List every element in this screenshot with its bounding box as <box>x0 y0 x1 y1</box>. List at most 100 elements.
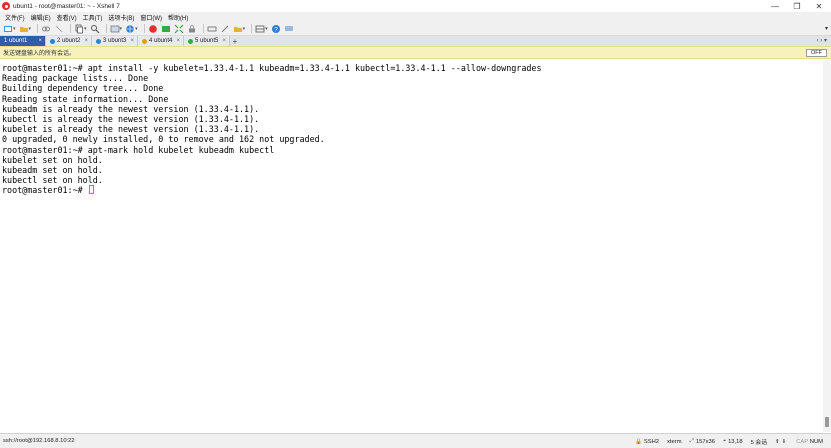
menu-edit[interactable]: 编辑(E) <box>31 13 51 22</box>
menu-view[interactable]: 查看(V) <box>57 13 77 22</box>
status-protocol: 🔒 SSH2 <box>635 439 659 445</box>
terminal-line: root@master01:~# apt-mark hold kubelet k… <box>2 144 275 155</box>
menu-tab[interactable]: 选项卡(B) <box>108 13 134 22</box>
terminal-line: 0 upgraded, 0 newly installed, 0 to remo… <box>2 134 325 145</box>
minimize-button[interactable]: — <box>764 0 786 12</box>
close-button[interactable]: ✕ <box>808 0 830 12</box>
tab-ubunt4[interactable]: 4 ubunt4 × <box>138 36 184 46</box>
session-status-icon <box>96 38 101 44</box>
folder-icon[interactable] <box>233 24 243 34</box>
terminal-line: kubectl set on hold. <box>2 175 103 186</box>
layout-dropdown-icon[interactable]: ▾ <box>265 26 268 32</box>
script-icon[interactable] <box>220 24 230 34</box>
size-text: 157x36 <box>695 438 715 445</box>
terminal-scrollbar[interactable] <box>823 60 831 432</box>
open-folder-icon[interactable] <box>19 24 29 34</box>
layout-icon[interactable] <box>255 24 265 34</box>
terminal-prompt-line: root@master01:~# <box>2 185 823 195</box>
position-text: 13,18 <box>728 438 743 445</box>
toolbar-divider <box>202 24 204 33</box>
xshell-app-icon <box>2 2 10 10</box>
toolbar-divider <box>143 24 145 33</box>
protocol-text: SSH2 <box>643 438 660 445</box>
toolbar: ▾ ▾ ▾ ▾ ▾ ▾ ▾ ? ▾ <box>0 22 831 36</box>
new-session-dropdown-icon[interactable]: ▾ <box>13 26 16 32</box>
scrollbar-thumb[interactable] <box>825 417 829 427</box>
find-icon[interactable] <box>90 24 100 34</box>
toolbar-divider <box>37 24 39 33</box>
secure-lock-icon: 🔒 <box>635 438 642 445</box>
globe-icon[interactable] <box>125 24 135 34</box>
tab-ubunt5[interactable]: 5 ubunt5 × <box>184 36 230 46</box>
maximize-button[interactable]: ❐ <box>786 0 808 12</box>
toolbar-divider <box>105 24 107 33</box>
menu-window[interactable]: 窗口(W) <box>140 13 162 22</box>
terminal-line: root@master01:~# apt install -y kubelet=… <box>2 63 542 73</box>
compose-off-button[interactable]: OFF <box>806 49 827 57</box>
keyboard-icon[interactable] <box>207 24 217 34</box>
terminal-line: kubectl is already the newest version (1… <box>2 113 260 124</box>
terminal-line: Building dependency tree... Done <box>2 83 164 94</box>
tab-label: 2 ubunt2 <box>57 38 81 44</box>
compose-input[interactable]: 发送键盘输入的所有会话。 <box>3 48 75 57</box>
menu-bar: 文件(F) 编辑(E) 查看(V) 工具(T) 选项卡(B) 窗口(W) 帮助(… <box>0 12 831 22</box>
properties-dropdown-icon[interactable]: ▾ <box>120 26 123 32</box>
num-text: NUM <box>809 438 823 445</box>
tab-close-icon[interactable]: × <box>130 38 134 44</box>
toolbar-divider <box>251 24 253 33</box>
copy-icon[interactable] <box>74 24 84 34</box>
tab-ubunt3[interactable]: 3 ubunt3 × <box>92 36 138 46</box>
tab-ubunt2[interactable]: 2 ubunt2 × <box>46 36 92 46</box>
status-caps: CAP NUM <box>796 439 823 445</box>
status-indicators: 🔒 SSH2 xterm ⤢ 157x36 ⌖ 13,18 5 会话 ⬆ ⬇ CAP N… <box>635 437 831 446</box>
toolbar-overflow-icon[interactable]: ▾ <box>825 25 828 32</box>
unlink-icon[interactable] <box>54 24 64 34</box>
compose-bar: 发送键盘输入的所有会话。 OFF <box>0 46 831 59</box>
terminal-prompt: root@master01:~# <box>2 185 88 196</box>
open-dropdown-icon[interactable]: ▾ <box>29 26 32 32</box>
transfer-icon[interactable] <box>161 24 171 34</box>
folder-dropdown-icon[interactable]: ▾ <box>243 26 246 32</box>
download-icon: ⬇ <box>781 438 787 445</box>
terminal-line: kubeadm set on hold. <box>2 164 103 175</box>
menu-help[interactable]: 帮助(H) <box>168 13 188 22</box>
xftp-icon[interactable] <box>148 24 158 34</box>
menu-tools[interactable]: 工具(T) <box>83 13 103 22</box>
tab-close-icon[interactable]: × <box>176 38 180 44</box>
chat-icon[interactable] <box>284 24 294 34</box>
tab-close-icon[interactable]: × <box>38 38 42 44</box>
link-icon[interactable] <box>41 24 51 34</box>
terminal-line: kubelet is already the newest version (1… <box>2 124 260 135</box>
tab-label: 5 ubunt5 <box>195 38 219 44</box>
terminal-output[interactable]: root@master01:~# apt install -y kubelet=… <box>0 60 823 432</box>
tab-navigation-icons[interactable]: ‹ › ▾ <box>817 37 827 44</box>
status-size: ⤢ 157x36 <box>690 438 715 445</box>
cursor-position-icon: ⌖ <box>722 438 727 444</box>
fullscreen-icon[interactable] <box>174 24 184 34</box>
tab-close-icon[interactable]: × <box>222 38 226 44</box>
new-session-icon[interactable] <box>3 24 13 34</box>
upload-icon: ⬆ <box>775 438 780 445</box>
properties-icon[interactable] <box>110 24 120 34</box>
tab-label: 3 ubunt3 <box>103 38 127 44</box>
session-status-icon <box>188 38 193 44</box>
new-tab-button[interactable]: + <box>230 37 240 46</box>
resize-icon: ⤢ <box>689 438 694 444</box>
globe-dropdown-icon[interactable]: ▾ <box>135 26 138 32</box>
session-tabs-bar: 1 ubunt1 × 2 ubunt2 × 3 ubunt3 × 4 ubunt… <box>0 36 831 46</box>
help-icon[interactable]: ? <box>271 24 281 34</box>
tab-ubunt1[interactable]: 1 ubunt1 × <box>0 36 46 46</box>
copy-dropdown-icon[interactable]: ▾ <box>84 26 87 32</box>
terminal-line: kubeadm is already the newest version (1… <box>2 103 260 114</box>
status-bar: ssh://root@192.168.8.10:22 🔒 SSH2 xterm ⤢… <box>0 433 831 448</box>
caps-text: CAP <box>796 438 809 445</box>
tab-close-icon[interactable]: × <box>84 38 88 44</box>
tab-label: 4 ubunt4 <box>149 38 173 44</box>
status-terminal-type: xterm <box>667 439 682 445</box>
menu-file[interactable]: 文件(F) <box>5 13 25 22</box>
terminal-cursor[interactable] <box>88 185 94 195</box>
window-title: ubunt1 - root@master01: ~ - Xshell 7 <box>13 2 120 10</box>
lock-icon[interactable] <box>187 24 197 34</box>
session-status-icon <box>142 38 147 44</box>
status-transfer: ⬆ ⬇ <box>775 439 788 445</box>
